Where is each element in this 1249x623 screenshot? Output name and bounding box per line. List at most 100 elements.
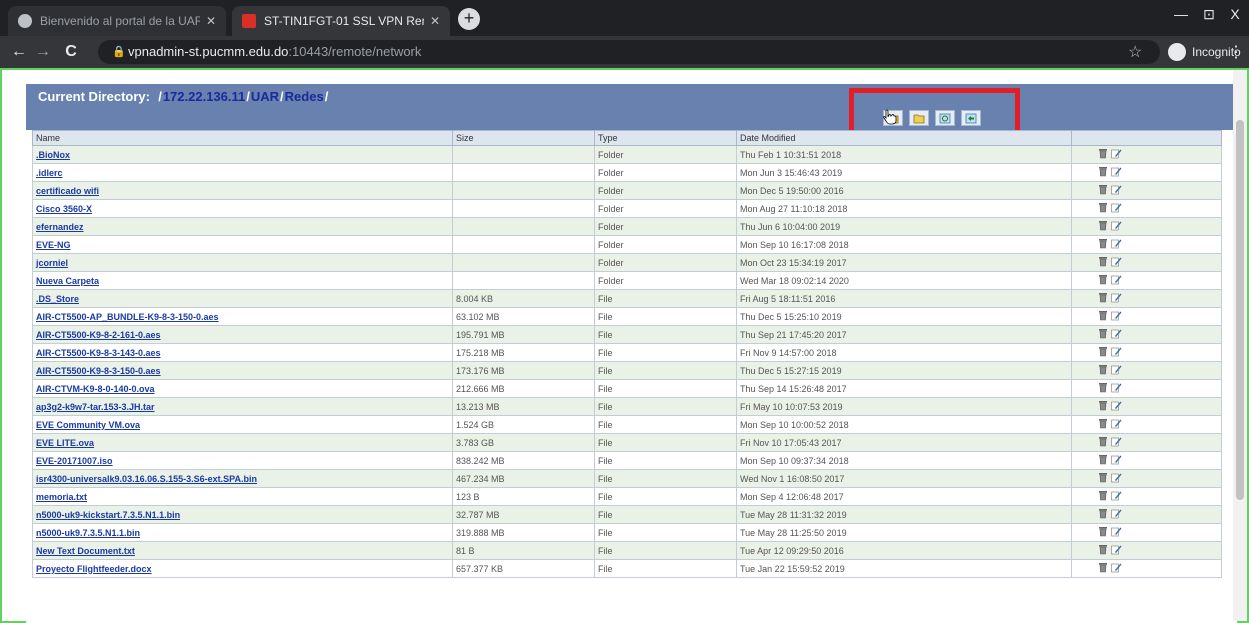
delete-icon[interactable]	[1098, 292, 1108, 305]
table-row[interactable]: AIR-CT5500-AP_BUNDLE-K9-8-3-150-0.aes 63.…	[32, 307, 1222, 326]
file-name-link[interactable]: n5000-uk9.7.3.5.N1.1.bin	[32, 523, 453, 542]
minimize-button[interactable]: —	[1168, 0, 1194, 28]
table-row[interactable]: EVE Community VM.ova 1.524 GB File Mon Sep …	[32, 415, 1222, 434]
rename-icon[interactable]	[1111, 364, 1122, 377]
table-row[interactable]: EVE-20171007.iso 838.242 MB File Mon Sep 10…	[32, 451, 1222, 470]
table-row[interactable]: Cisco 3560-X Folder Mon Aug 27 11:10:18 20…	[32, 199, 1222, 218]
file-name-link[interactable]: Cisco 3560-X	[32, 199, 453, 218]
table-row[interactable]: certificado wifi Folder Mon Dec 5 19:50:00…	[32, 181, 1222, 200]
table-row[interactable]: Proyecto Flightfeeder.docx 657.377 KB File…	[32, 559, 1222, 578]
delete-icon[interactable]	[1098, 220, 1108, 233]
scrollbar-thumb[interactable]	[1236, 120, 1244, 500]
file-name-link[interactable]: .BioNox	[32, 145, 453, 164]
column-header-size[interactable]: Size	[452, 130, 595, 146]
rename-icon[interactable]	[1111, 418, 1122, 431]
table-row[interactable]: ap3g2-k9w7-tar.153-3.JH.tar 13.213 MB File…	[32, 397, 1222, 416]
path-segment[interactable]: UAR	[251, 89, 279, 104]
file-name-link[interactable]: Nueva Carpeta	[32, 271, 453, 290]
delete-icon[interactable]	[1098, 544, 1108, 557]
rename-icon[interactable]	[1111, 202, 1122, 215]
table-row[interactable]: n5000-uk9-kickstart.7.3.5.N1.1.bin 32.787…	[32, 505, 1222, 524]
file-name-link[interactable]: .DS_Store	[32, 289, 453, 308]
file-name-link[interactable]: AIR-CT5500-AP_BUNDLE-K9-8-3-150-0.aes	[32, 307, 453, 326]
delete-icon[interactable]	[1098, 364, 1108, 377]
path-segment[interactable]: Redes	[285, 89, 324, 104]
rename-icon[interactable]	[1111, 184, 1122, 197]
table-row[interactable]: AIR-CT5500-K9-8-3-143-0.aes 175.218 MB Fil…	[32, 343, 1222, 362]
table-row[interactable]: AIR-CTVM-K9-8-0-140-0.ova 212.666 MB File T…	[32, 379, 1222, 398]
delete-icon[interactable]	[1098, 526, 1108, 539]
delete-icon[interactable]	[1098, 238, 1108, 251]
file-name-link[interactable]: isr4300-universalk9.03.16.06.S.155-3.S6-…	[32, 469, 453, 488]
file-name-link[interactable]: AIR-CTVM-K9-8-0-140-0.ova	[32, 379, 453, 398]
close-tab-icon[interactable]: ✕	[206, 14, 216, 28]
file-name-link[interactable]: AIR-CT5500-K9-8-3-150-0.aes	[32, 361, 453, 380]
table-row[interactable]: .DS_Store 8.004 KB File Fri Aug 5 18:11:51 …	[32, 289, 1222, 308]
delete-icon[interactable]	[1098, 472, 1108, 485]
table-row[interactable]: isr4300-universalk9.03.16.06.S.155-3.S6-…	[32, 469, 1222, 488]
column-header-date[interactable]: Date Modified	[736, 130, 1072, 146]
path-segment[interactable]: 172.22.136.11	[163, 89, 245, 104]
rename-icon[interactable]	[1111, 490, 1122, 503]
column-header-name[interactable]: Name	[32, 130, 453, 146]
table-row[interactable]: EVE LITE.ova 3.783 GB File Fri Nov 10 17:05…	[32, 433, 1222, 452]
rename-icon[interactable]	[1111, 508, 1122, 521]
table-row[interactable]: efernandez Folder Thu Jun 6 10:04:00 2019	[32, 217, 1222, 236]
table-row[interactable]: n5000-uk9.7.3.5.N1.1.bin 319.888 MB File Tu…	[32, 523, 1222, 542]
rename-icon[interactable]	[1111, 436, 1122, 449]
file-name-link[interactable]: n5000-uk9-kickstart.7.3.5.N1.1.bin	[32, 505, 453, 524]
table-row[interactable]: EVE-NG Folder Mon Sep 10 16:17:08 2018	[32, 235, 1222, 254]
delete-icon[interactable]	[1098, 166, 1108, 179]
file-name-link[interactable]: AIR-CT5500-K9-8-3-143-0.aes	[32, 343, 453, 362]
close-tab-icon[interactable]: ✕	[430, 14, 440, 28]
rename-icon[interactable]	[1111, 400, 1122, 413]
delete-icon[interactable]	[1098, 508, 1108, 521]
rename-icon[interactable]	[1111, 328, 1122, 341]
address-bar[interactable]: 🔒 vpnadmin-st.pucmm.edu.do:10443/remote/…	[98, 40, 1160, 64]
vertical-scrollbar[interactable]	[1233, 70, 1247, 621]
rename-icon[interactable]	[1111, 382, 1122, 395]
file-name-link[interactable]: efernandez	[32, 217, 453, 236]
delete-icon[interactable]	[1098, 274, 1108, 287]
rename-icon[interactable]	[1111, 346, 1122, 359]
table-row[interactable]: memoria.txt 123 B File Mon Sep 4 12:06:48 2…	[32, 487, 1222, 506]
delete-icon[interactable]	[1098, 184, 1108, 197]
rename-icon[interactable]	[1111, 166, 1122, 179]
rename-icon[interactable]	[1111, 544, 1122, 557]
table-row[interactable]: AIR-CT5500-K9-8-3-150-0.aes 173.176 MB Fil…	[32, 361, 1222, 380]
rename-icon[interactable]	[1111, 472, 1122, 485]
delete-icon[interactable]	[1098, 202, 1108, 215]
file-name-link[interactable]: jcorniel	[32, 253, 453, 272]
file-name-link[interactable]: AIR-CT5500-K9-8-2-161-0.aes	[32, 325, 453, 344]
back-arrow-icon[interactable]: ←	[8, 41, 30, 63]
file-name-link[interactable]: memoria.txt	[32, 487, 453, 506]
new-tab-button[interactable]: +	[458, 8, 480, 30]
delete-icon[interactable]	[1098, 418, 1108, 431]
rename-icon[interactable]	[1111, 238, 1122, 251]
delete-icon[interactable]	[1098, 256, 1108, 269]
reload-icon[interactable]: C	[60, 41, 82, 63]
file-name-link[interactable]: certificado wifi	[32, 181, 453, 200]
maximize-button[interactable]: ⊡	[1196, 0, 1222, 28]
file-name-link[interactable]: EVE Community VM.ova	[32, 415, 453, 434]
delete-icon[interactable]	[1098, 310, 1108, 323]
table-row[interactable]: Nueva Carpeta Folder Wed Mar 18 09:02:14 2…	[32, 271, 1222, 290]
close-window-button[interactable]: X	[1222, 0, 1248, 28]
browser-menu-icon[interactable]: ⋮	[1228, 42, 1244, 62]
table-row[interactable]: .idlerc Folder Mon Jun 3 15:46:43 2019	[32, 163, 1222, 182]
file-name-link[interactable]: EVE-NG	[32, 235, 453, 254]
tab-vpn[interactable]: ST-TIN1FGT-01 SSL VPN Remote ✕	[232, 6, 450, 36]
delete-icon[interactable]	[1098, 328, 1108, 341]
delete-icon[interactable]	[1098, 454, 1108, 467]
rename-icon[interactable]	[1111, 292, 1122, 305]
file-name-link[interactable]: EVE LITE.ova	[32, 433, 453, 452]
rename-icon[interactable]	[1111, 148, 1122, 161]
file-name-link[interactable]: ap3g2-k9w7-tar.153-3.JH.tar	[32, 397, 453, 416]
tab-portal[interactable]: Bienvenido al portal de la UAR ✕	[8, 6, 226, 36]
table-row[interactable]: .BioNox Folder Thu Feb 1 10:31:51 2018	[32, 145, 1222, 164]
file-name-link[interactable]: EVE-20171007.iso	[32, 451, 453, 470]
column-header-type[interactable]: Type	[594, 130, 737, 146]
forward-arrow-icon[interactable]: →	[32, 41, 54, 63]
rename-icon[interactable]	[1111, 256, 1122, 269]
table-row[interactable]: jcorniel Folder Mon Oct 23 15:34:19 2017	[32, 253, 1222, 272]
